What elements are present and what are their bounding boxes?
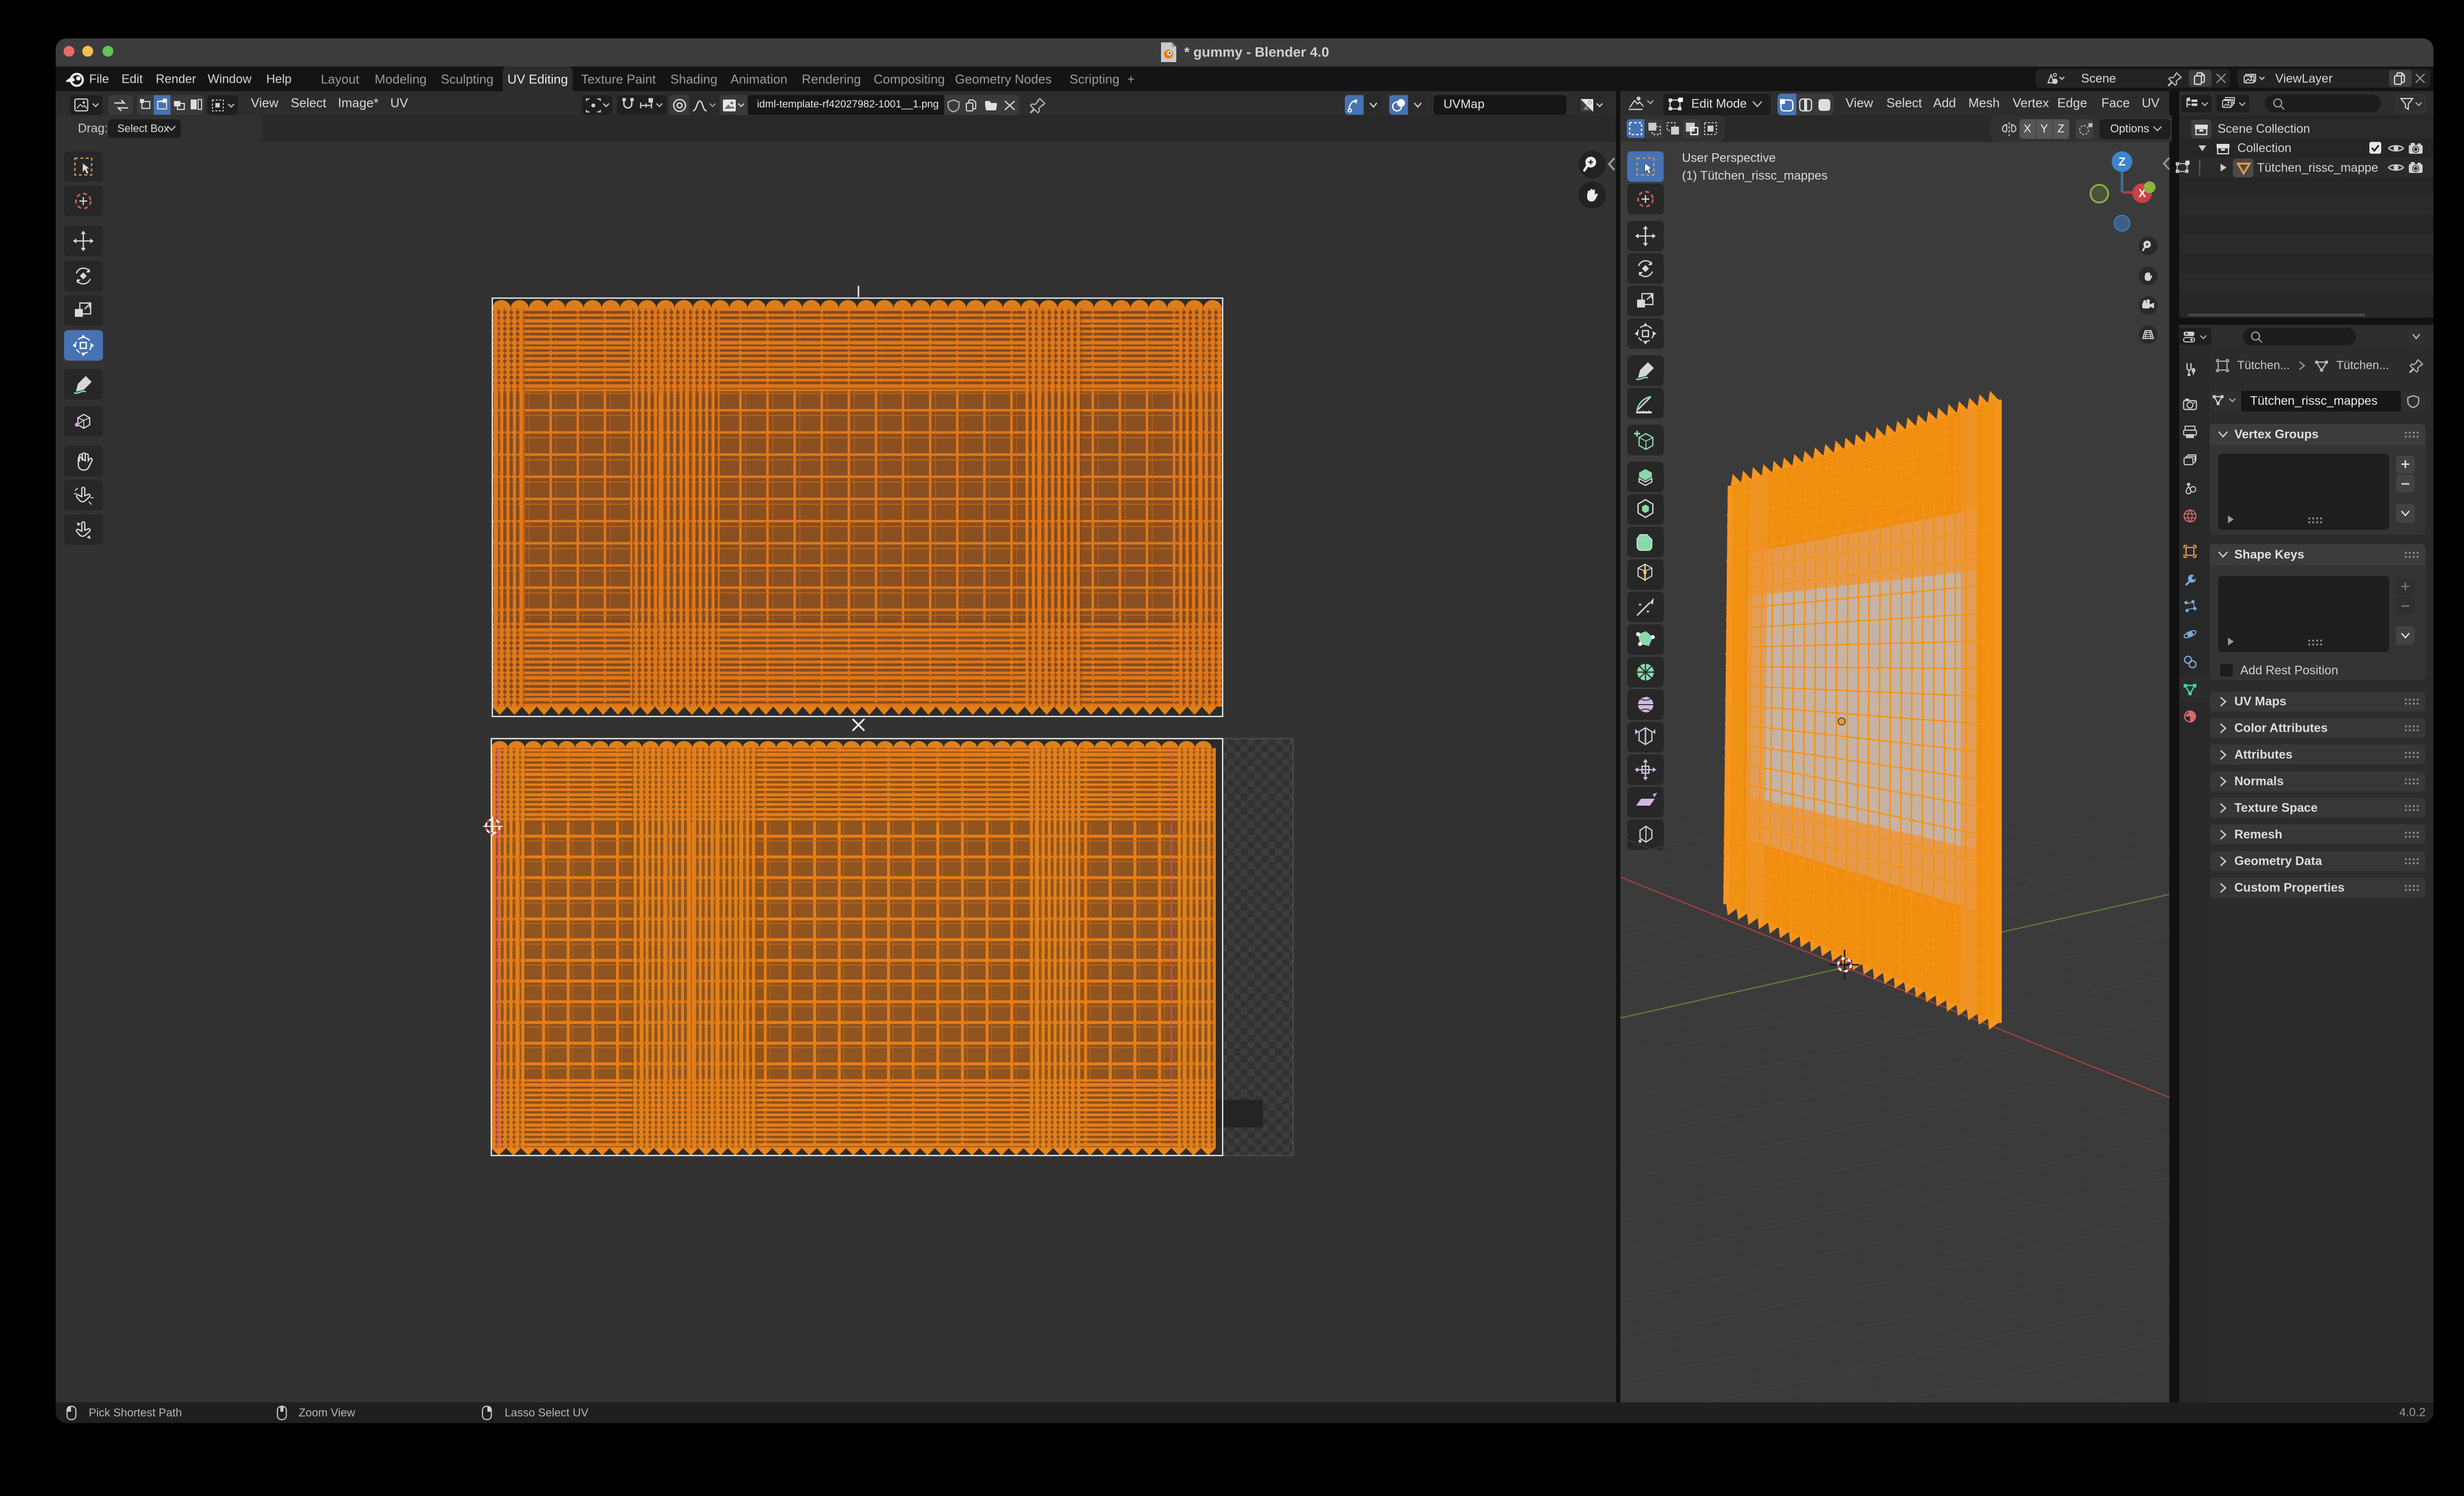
svg-text:Z: Z bbox=[2119, 155, 2126, 169]
